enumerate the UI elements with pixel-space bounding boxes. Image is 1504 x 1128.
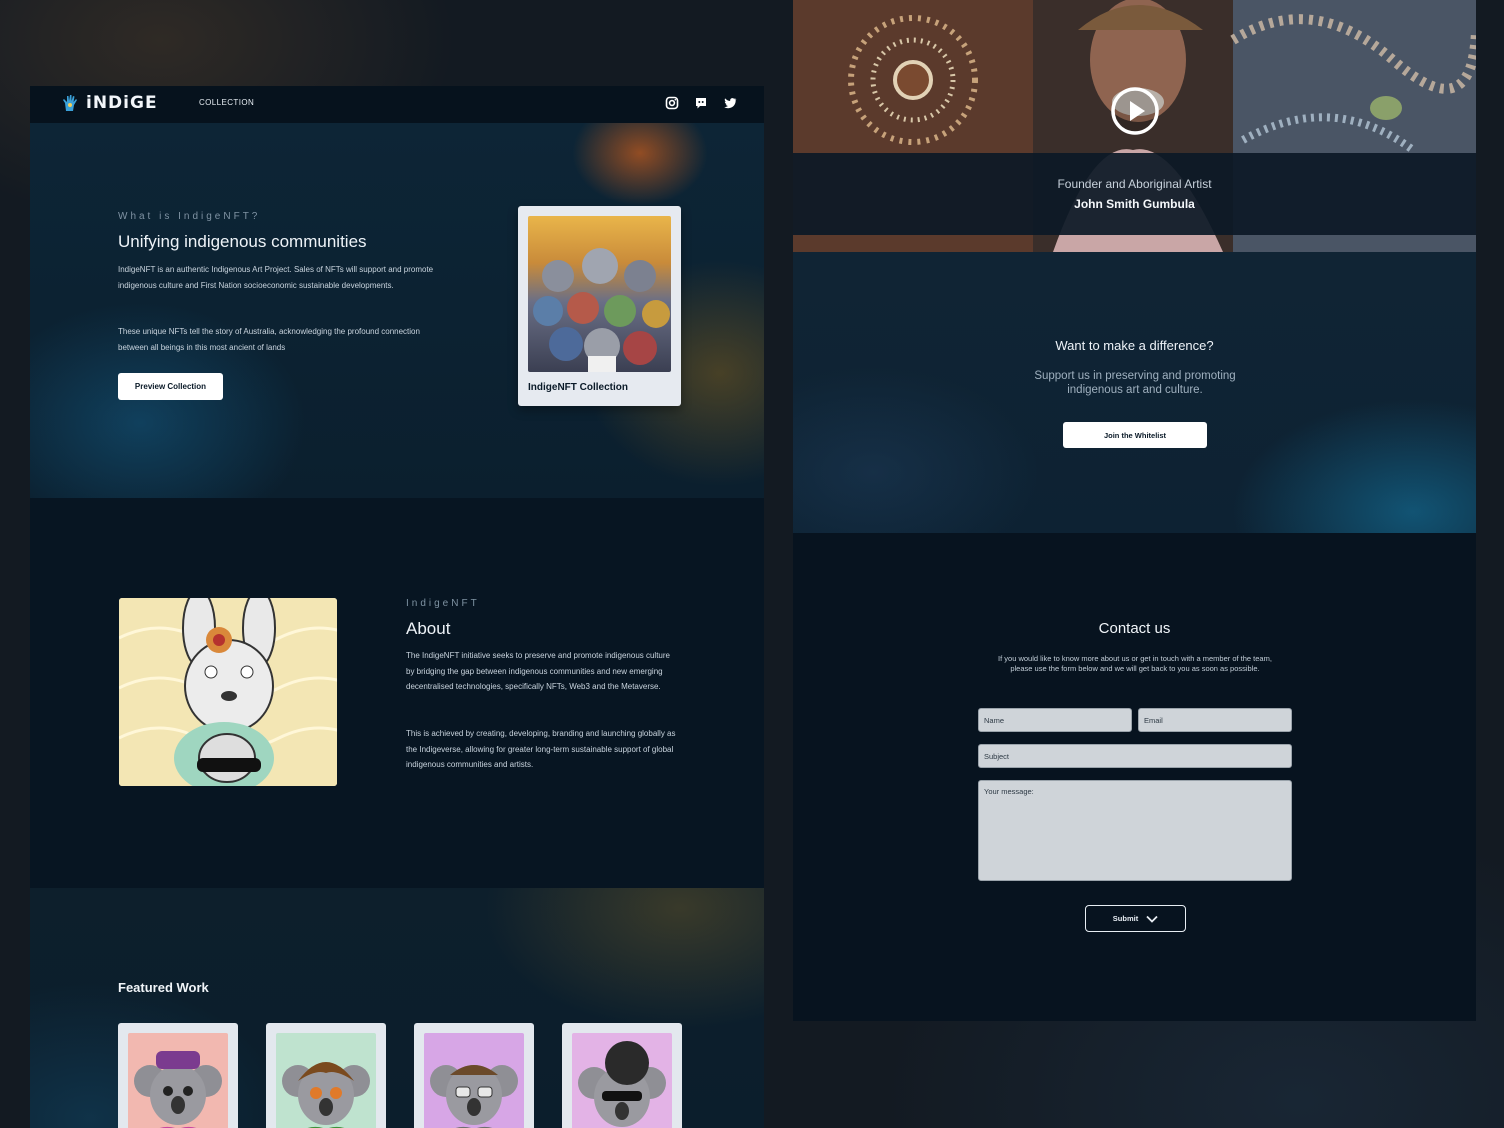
subject-field[interactable]: [978, 744, 1292, 768]
message-field[interactable]: [978, 780, 1292, 881]
koala-illustration: [128, 1033, 228, 1128]
featured-artwork: [572, 1033, 672, 1128]
featured-card[interactable]: [414, 1023, 534, 1128]
featured-card[interactable]: [562, 1023, 682, 1128]
contact-subtitle: If you would like to know more about us …: [998, 654, 1272, 673]
logo-wordmark: iNDiGE: [86, 93, 158, 113]
hero-section: What is IndigeNFT? Unifying indigenous c…: [30, 123, 764, 498]
discord-icon[interactable]: [694, 96, 708, 110]
featured-work-section: Featured Work: [30, 888, 764, 1128]
twitter-icon[interactable]: [723, 96, 737, 110]
cta-subtitle: Support us in preserving and promoting i…: [1034, 370, 1236, 396]
submit-button[interactable]: Submit: [1085, 905, 1186, 932]
hand-logo-icon: [63, 95, 77, 111]
join-whitelist-button[interactable]: Join the Whitelist: [1063, 422, 1207, 448]
video-caption: Founder and Aboriginal Artist John Smith…: [793, 153, 1476, 235]
about-title: About: [406, 619, 451, 638]
instagram-icon[interactable]: [665, 96, 679, 110]
about-paragraph-1: The IndigeNFT initiative seeks to preser…: [406, 651, 670, 691]
artist-video[interactable]: Founder and Aboriginal Artist John Smith…: [793, 0, 1476, 252]
hero-title: Unifying indigenous communities: [118, 232, 367, 251]
featured-artwork: [128, 1033, 228, 1128]
about-paragraph-2: This is achieved by creating, developing…: [406, 729, 676, 769]
featured-card[interactable]: [266, 1023, 386, 1128]
email-field[interactable]: [1138, 708, 1292, 732]
nav-link-collection[interactable]: COLLECTION: [199, 98, 254, 107]
about-section: IndigeNFT About The IndigeNFT initiative…: [30, 498, 764, 888]
about-eyebrow: IndigeNFT: [406, 598, 480, 609]
landing-page-panel: iNDiGE COLLECTION What is IndigeNFT? Uni…: [30, 86, 764, 1128]
contact-title: Contact us: [1098, 620, 1171, 637]
featured-artwork: [424, 1033, 524, 1128]
chevron-down-icon: [1146, 915, 1158, 923]
koala-crowd-illustration: [533, 248, 670, 372]
preview-collection-button[interactable]: Preview Collection: [118, 373, 223, 400]
name-field[interactable]: [978, 708, 1132, 732]
top-navigation: iNDiGE COLLECTION: [30, 86, 764, 123]
koala-illustration: [424, 1033, 524, 1128]
support-contact-panel: Founder and Aboriginal Artist John Smith…: [793, 0, 1476, 1021]
featured-artwork: [276, 1033, 376, 1128]
logo[interactable]: iNDiGE: [60, 93, 158, 113]
hero-paragraph-1: IndigeNFT is an authentic Indigenous Art…: [118, 265, 434, 290]
collection-card[interactable]: IndigeNFT Collection: [518, 206, 681, 406]
kangaroo-illustration: [119, 598, 337, 786]
cta-title: Want to make a difference?: [1055, 338, 1214, 353]
hero-eyebrow: What is IndigeNFT?: [118, 211, 261, 222]
play-icon[interactable]: [1110, 86, 1160, 136]
hero-paragraph-2: These unique NFTs tell the story of Aust…: [118, 327, 420, 352]
contact-section: Contact us If you would like to know mor…: [793, 533, 1476, 1021]
submit-label: Submit: [1112, 914, 1139, 923]
featured-card[interactable]: [118, 1023, 238, 1128]
artist-role: Founder and Aboriginal Artist: [1057, 177, 1212, 191]
featured-title: Featured Work: [118, 980, 209, 995]
koala-illustration: [276, 1033, 376, 1128]
whitelist-cta-section: Want to make a difference? Support us in…: [793, 252, 1476, 533]
artist-name: John Smith Gumbula: [1074, 197, 1195, 211]
collection-card-label: IndigeNFT Collection: [528, 382, 628, 393]
about-artwork: [119, 598, 337, 786]
koala-illustration: [572, 1033, 672, 1128]
collection-artwork: [528, 216, 671, 372]
